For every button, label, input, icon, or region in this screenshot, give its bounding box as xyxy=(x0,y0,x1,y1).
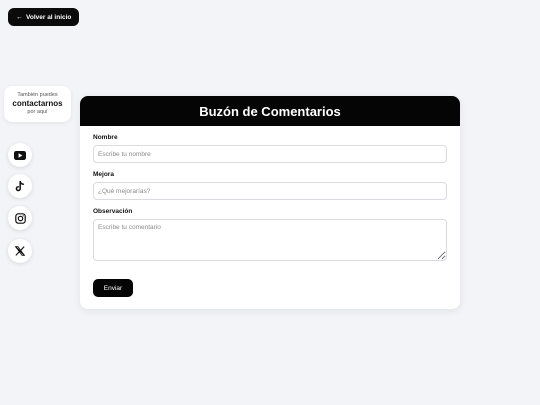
form-header: Buzón de Comentarios xyxy=(80,96,460,126)
nombre-label: Nombre xyxy=(93,134,118,141)
tiktok-icon xyxy=(15,180,25,192)
nombre-input[interactable] xyxy=(93,145,447,163)
submit-button[interactable]: Enviar xyxy=(93,279,133,297)
back-button-label: Volver al inicio xyxy=(26,13,72,21)
arrow-left-icon: ← xyxy=(16,13,23,21)
observacion-textarea[interactable] xyxy=(93,219,447,261)
feedback-form-card: Buzón de Comentarios Nombre Mejora Obser… xyxy=(80,96,460,309)
contact-line-3: por aquí xyxy=(27,109,48,115)
youtube-link[interactable] xyxy=(8,143,32,167)
instagram-link[interactable] xyxy=(8,206,32,230)
observacion-field-group: Observación xyxy=(93,208,447,261)
youtube-icon xyxy=(14,150,26,160)
form-title: Buzón de Comentarios xyxy=(199,103,341,119)
mejora-input[interactable] xyxy=(93,182,447,200)
form-body: Nombre Mejora Observación Enviar xyxy=(80,126,460,297)
x-link[interactable] xyxy=(8,239,32,263)
page: ← Volver al inicio También puedes contac… xyxy=(0,0,540,405)
tiktok-link[interactable] xyxy=(8,174,32,198)
observacion-label: Observación xyxy=(93,208,133,215)
contact-card: También puedes contactarnos por aquí xyxy=(4,86,71,122)
mejora-label: Mejora xyxy=(93,171,114,178)
back-to-home-button[interactable]: ← Volver al inicio xyxy=(8,8,80,26)
x-icon xyxy=(15,246,25,256)
contact-line-1: También puedes xyxy=(17,92,58,98)
contact-line-2: contactarnos xyxy=(12,99,63,108)
instagram-icon xyxy=(14,212,26,224)
mejora-field-group: Mejora xyxy=(93,171,447,200)
nombre-field-group: Nombre xyxy=(93,134,447,163)
